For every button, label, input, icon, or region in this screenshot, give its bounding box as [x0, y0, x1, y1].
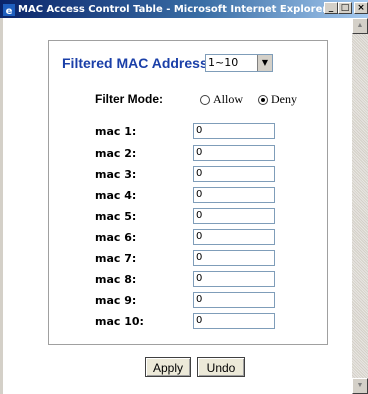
mac-input-4[interactable]: 0: [193, 187, 275, 203]
chevron-down-icon[interactable]: ▼: [257, 55, 272, 71]
allow-label: Allow: [213, 92, 243, 106]
page-title: Filtered MAC Address:: [62, 55, 213, 71]
mac-label-1: mac 1:: [95, 125, 137, 138]
mac-input-7[interactable]: 0: [193, 250, 275, 266]
deny-radio[interactable]: [258, 94, 268, 105]
mac-label-3: mac 3:: [95, 168, 137, 181]
allow-radio[interactable]: [200, 94, 210, 105]
apply-button[interactable]: Apply: [145, 357, 191, 377]
mac-input-8[interactable]: 0: [193, 271, 275, 287]
deny-label: Deny: [271, 92, 297, 106]
mac-label-9: mac 9:: [95, 294, 137, 307]
minimize-icon: _: [328, 3, 334, 13]
filter-mode-allow[interactable]: Allow: [200, 92, 243, 107]
window-border: [0, 18, 3, 394]
mac-table-panel: [48, 40, 328, 345]
close-button[interactable]: ×: [354, 2, 368, 14]
mac-input-2[interactable]: 0: [193, 145, 275, 161]
scroll-up-button[interactable]: ▲: [352, 18, 368, 34]
minimize-button[interactable]: _: [324, 2, 338, 14]
window-titlebar[interactable]: e MAC Access Control Table - Microsoft I…: [0, 0, 368, 18]
window-title: MAC Access Control Table - Microsoft Int…: [18, 3, 328, 15]
arrow-up-icon: ▲: [356, 22, 364, 29]
mac-input-6[interactable]: 0: [193, 229, 275, 245]
mac-input-3[interactable]: 0: [193, 166, 275, 182]
svg-text:e: e: [6, 6, 13, 16]
vertical-scrollbar[interactable]: ▲ ▼: [352, 18, 368, 394]
mac-label-4: mac 4:: [95, 189, 137, 202]
mac-label-10: mac 10:: [95, 315, 144, 328]
mac-label-8: mac 8:: [95, 273, 137, 286]
scroll-down-button[interactable]: ▼: [352, 378, 368, 394]
mac-label-2: mac 2:: [95, 147, 137, 160]
mac-range-select[interactable]: 1~10 ▼: [205, 54, 273, 72]
mac-input-10[interactable]: 0: [193, 313, 275, 329]
arrow-down-icon: ▼: [356, 382, 364, 389]
internet-explorer-icon: e: [3, 3, 15, 17]
filter-mode-label: Filter Mode:: [95, 92, 163, 106]
mac-input-5[interactable]: 0: [193, 208, 275, 224]
mac-label-7: mac 7:: [95, 252, 137, 265]
close-icon: ×: [357, 3, 365, 13]
mac-label-5: mac 5:: [95, 210, 137, 223]
mac-range-value: 1~10: [208, 56, 239, 69]
maximize-icon: □: [340, 3, 350, 13]
mac-label-6: mac 6:: [95, 231, 137, 244]
mac-input-1[interactable]: 0: [193, 123, 275, 139]
maximize-button[interactable]: □: [338, 2, 352, 14]
undo-button[interactable]: Undo: [197, 357, 245, 377]
mac-input-9[interactable]: 0: [193, 292, 275, 308]
filter-mode-deny[interactable]: Deny: [258, 92, 297, 107]
